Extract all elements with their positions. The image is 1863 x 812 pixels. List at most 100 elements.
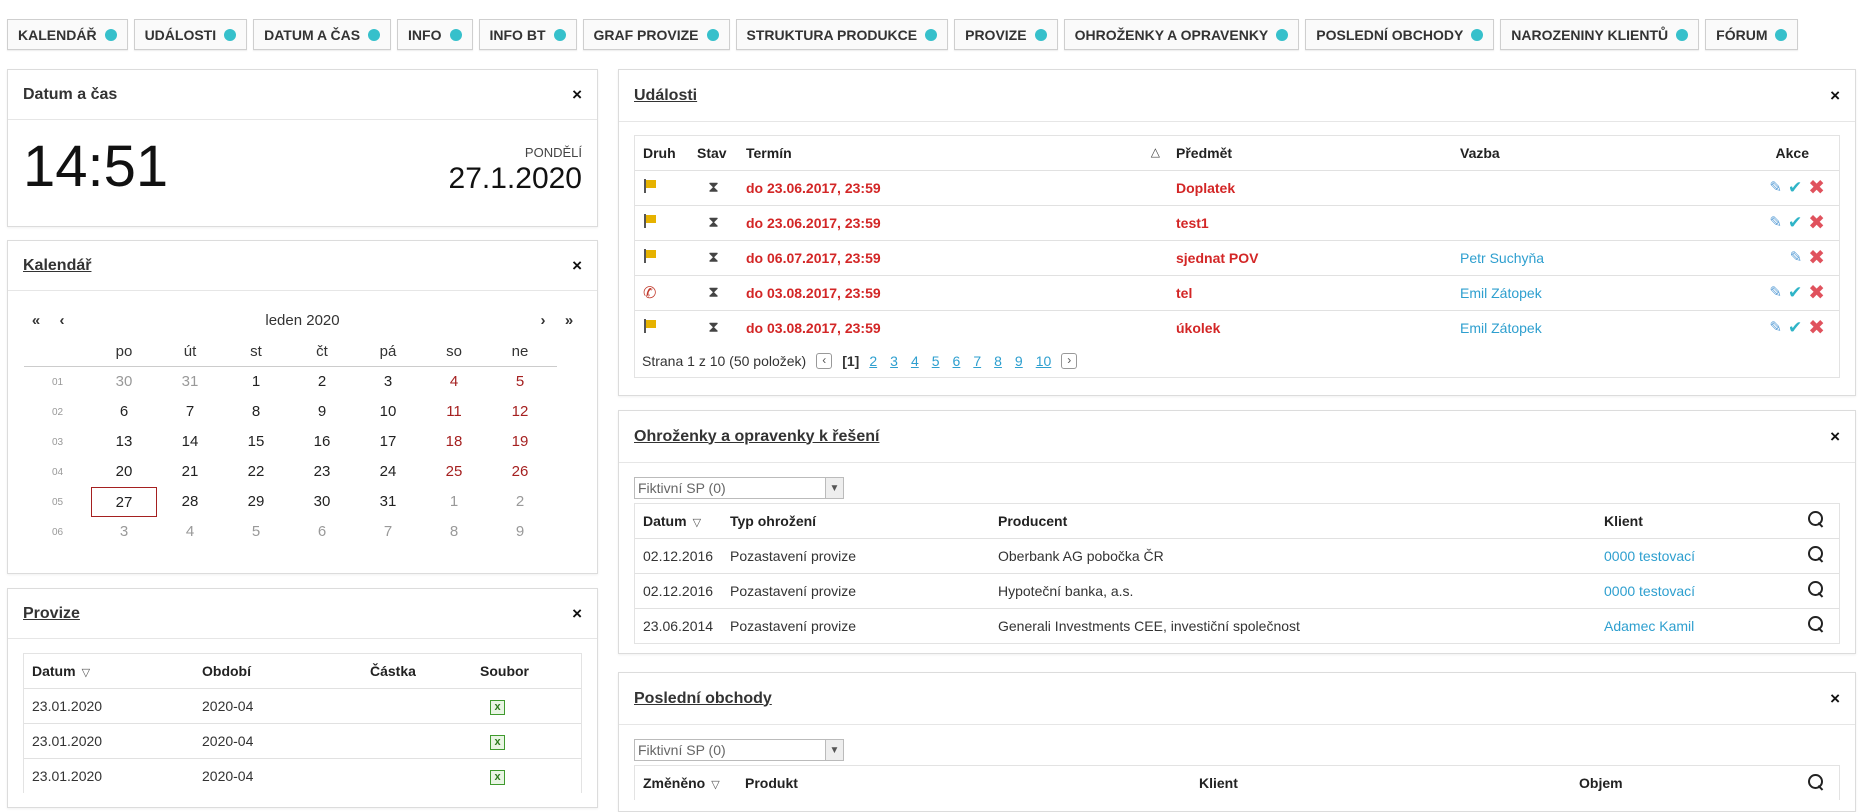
calendar-day[interactable]: 1 — [223, 367, 289, 397]
next-page-icon[interactable]: › — [1061, 353, 1078, 369]
calendar-day-today[interactable]: 27 — [91, 487, 157, 517]
page-link[interactable]: 4 — [911, 353, 919, 369]
calendar-day[interactable]: 5 — [487, 367, 553, 397]
cell-vazba[interactable] — [1452, 170, 1719, 205]
calendar-day[interactable]: 14 — [157, 427, 223, 457]
calendar-day[interactable]: 23 — [289, 457, 355, 487]
calendar-day[interactable]: 30 — [91, 367, 157, 397]
edit-icon[interactable]: ✎ — [1769, 180, 1782, 195]
calendar-day[interactable]: 15 — [223, 427, 289, 457]
calendar-day[interactable]: 2 — [487, 487, 553, 517]
search-icon[interactable] — [1807, 580, 1825, 598]
calendar-day[interactable]: 13 — [91, 427, 157, 457]
edit-icon[interactable]: ✎ — [1769, 215, 1782, 230]
cell-vazba[interactable]: Emil Zátopek — [1452, 275, 1719, 310]
close-icon[interactable]: × — [1830, 87, 1840, 104]
calendar-day[interactable]: 28 — [157, 487, 223, 517]
nav-button[interactable]: PROVIZE — [954, 19, 1058, 50]
close-icon[interactable]: × — [572, 86, 582, 103]
nav-button[interactable]: OHROŽENKY A OPRAVENKY — [1063, 19, 1300, 50]
calendar-day[interactable]: 6 — [91, 397, 157, 427]
sp-select[interactable]: Fiktivní SP (0) ▼ — [634, 739, 844, 761]
check-icon[interactable]: ✔ — [1788, 319, 1802, 336]
excel-file-icon[interactable]: x — [490, 699, 505, 715]
calendar-day[interactable]: 9 — [289, 397, 355, 427]
check-icon[interactable]: ✔ — [1788, 214, 1802, 231]
calendar-day[interactable]: 2 — [289, 367, 355, 397]
calendar-day[interactable]: 24 — [355, 457, 421, 487]
check-icon[interactable]: ✔ — [1788, 179, 1802, 196]
prev-page-icon[interactable]: ‹ — [816, 353, 833, 369]
calendar-day[interactable]: 3 — [91, 517, 157, 547]
udalosti-title[interactable]: Události — [634, 87, 697, 105]
nav-button[interactable]: GRAF PROVIZE — [582, 19, 730, 50]
prev-month-icon[interactable]: ‹ — [49, 312, 75, 329]
calendar-day[interactable]: 3 — [355, 367, 421, 397]
calendar-day[interactable]: 29 — [223, 487, 289, 517]
nav-button[interactable]: UDÁLOSTI — [133, 19, 248, 50]
calendar-day[interactable]: 8 — [421, 517, 487, 547]
calendar-day[interactable]: 4 — [421, 367, 487, 397]
calendar-day[interactable]: 19 — [487, 427, 553, 457]
calendar-day[interactable]: 18 — [421, 427, 487, 457]
page-link[interactable]: 6 — [953, 353, 961, 369]
cell-vazba[interactable] — [1452, 205, 1719, 240]
col-datum[interactable]: Datum ▽ — [635, 504, 722, 538]
page-link[interactable]: 10 — [1036, 353, 1052, 369]
calendar-day[interactable]: 17 — [355, 427, 421, 457]
calendar-day[interactable]: 6 — [289, 517, 355, 547]
delete-icon[interactable]: ✖ — [1808, 248, 1825, 268]
calendar-title[interactable]: Kalendář — [23, 257, 91, 275]
page-link[interactable]: 2 — [869, 353, 877, 369]
cell-klient[interactable]: 0000 testovací — [1596, 538, 1799, 573]
calendar-day[interactable]: 9 — [487, 517, 553, 547]
calendar-day[interactable]: 22 — [223, 457, 289, 487]
calendar-day[interactable]: 11 — [421, 397, 487, 427]
nav-button[interactable]: KALENDÁŘ — [7, 19, 128, 50]
calendar-day[interactable]: 21 — [157, 457, 223, 487]
search-icon[interactable] — [1807, 773, 1825, 791]
provize-title[interactable]: Provize — [23, 605, 80, 623]
excel-file-icon[interactable]: x — [490, 769, 505, 785]
delete-icon[interactable]: ✖ — [1808, 318, 1825, 338]
nav-button[interactable]: INFO BT — [478, 19, 577, 50]
calendar-day[interactable]: 26 — [487, 457, 553, 487]
calendar-day[interactable]: 30 — [289, 487, 355, 517]
close-icon[interactable]: × — [572, 605, 582, 622]
delete-icon[interactable]: ✖ — [1808, 283, 1825, 303]
sp-select[interactable]: Fiktivní SP (0) ▼ — [634, 477, 844, 499]
delete-icon[interactable]: ✖ — [1808, 213, 1825, 233]
cell-predmet[interactable]: tel — [1168, 275, 1452, 310]
col-zmeneno[interactable]: Změněno ▽ — [635, 766, 737, 800]
check-icon[interactable]: ✔ — [1788, 284, 1802, 301]
cell-predmet[interactable]: Doplatek — [1168, 170, 1452, 205]
calendar-day[interactable]: 31 — [157, 367, 223, 397]
edit-icon[interactable]: ✎ — [1769, 285, 1782, 300]
nav-button[interactable]: FÓRUM — [1705, 19, 1799, 50]
cell-predmet[interactable]: sjednat POV — [1168, 240, 1452, 275]
cell-vazba[interactable]: Emil Zátopek — [1452, 310, 1719, 345]
search-icon[interactable] — [1807, 545, 1825, 563]
calendar-day[interactable]: 25 — [421, 457, 487, 487]
next-month-icon[interactable]: › — [530, 312, 556, 329]
page-link[interactable]: 7 — [973, 353, 981, 369]
calendar-day[interactable]: 20 — [91, 457, 157, 487]
calendar-day[interactable]: 4 — [157, 517, 223, 547]
delete-icon[interactable]: ✖ — [1808, 178, 1825, 198]
search-icon[interactable] — [1807, 615, 1825, 633]
close-icon[interactable]: × — [572, 257, 582, 274]
close-icon[interactable]: × — [1830, 428, 1840, 445]
cell-klient[interactable]: Adamec Kamil — [1596, 608, 1799, 643]
page-link[interactable]: 8 — [994, 353, 1002, 369]
calendar-day[interactable]: 8 — [223, 397, 289, 427]
col-termin[interactable]: Termín △ — [738, 136, 1168, 170]
search-icon[interactable] — [1807, 510, 1825, 528]
cell-klient[interactable]: 0000 testovací — [1596, 573, 1799, 608]
calendar-day[interactable]: 31 — [355, 487, 421, 517]
excel-file-icon[interactable]: x — [490, 734, 505, 750]
calendar-day[interactable]: 10 — [355, 397, 421, 427]
nav-button[interactable]: INFO — [397, 19, 473, 50]
edit-icon[interactable]: ✎ — [1769, 320, 1782, 335]
cell-predmet[interactable]: test1 — [1168, 205, 1452, 240]
calendar-day[interactable]: 1 — [421, 487, 487, 517]
